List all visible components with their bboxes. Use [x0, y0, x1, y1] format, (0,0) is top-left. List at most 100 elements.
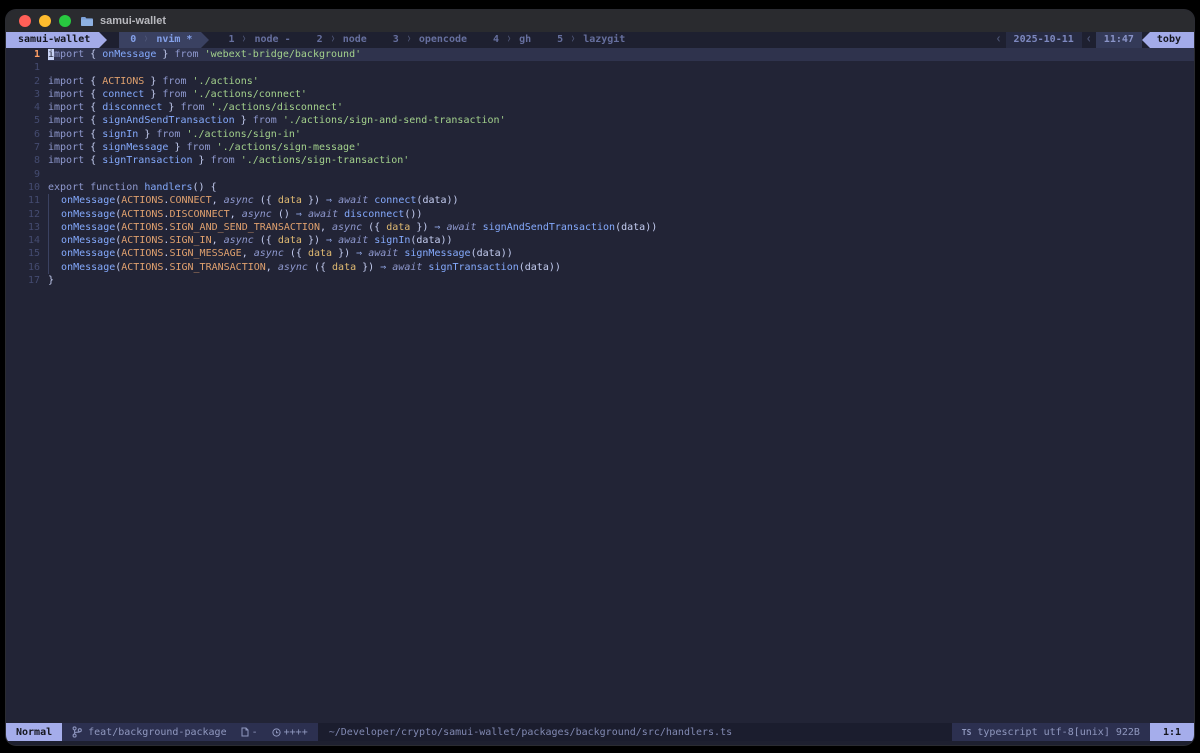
session-clock-badge: ++++	[272, 727, 308, 738]
statusline: Normal feat/background-package - ++++ ~/…	[6, 723, 1194, 741]
code-line[interactable]: 17}	[6, 274, 1194, 287]
code-line[interactable]: 2 import { ACTIONS } from './actions'	[6, 75, 1194, 88]
git-branch-icon	[72, 726, 82, 738]
code-line[interactable]: 6 import { signIn } from './actions/sign-…	[6, 128, 1194, 141]
line-number: 1	[33, 49, 40, 60]
tmux-window-gh[interactable]: 4 › gh	[486, 31, 538, 48]
file-path: ~/Developer/crypto/samui-wallet/packages…	[328, 726, 733, 738]
powerline-arrow-icon	[99, 32, 108, 48]
line-number: 17	[27, 275, 40, 287]
tmux-date: 2025-10-11	[1005, 32, 1082, 48]
tmux-window-nvim[interactable]: 0 › nvim *	[119, 31, 202, 48]
code-line[interactable]: 8 import { signTransaction } from './acti…	[6, 154, 1194, 167]
tmux-user: toby	[1149, 32, 1194, 48]
filetype-segment: TS typescript utf-8[unix] 922B	[951, 723, 1150, 741]
line-content: import { signTransaction } from './actio…	[48, 155, 410, 167]
line-content: onMessage(ACTIONS.SIGN_AND_SEND_TRANSACT…	[48, 220, 1194, 235]
line-number: 12	[27, 208, 40, 220]
window-bottom-padding	[6, 741, 1194, 745]
code-line[interactable]: 10 export function handlers() {	[6, 181, 1194, 194]
line-number: 11	[27, 195, 40, 207]
chevron-right-icon: ›	[143, 31, 150, 48]
git-segment[interactable]: feat/background-package - ++++	[62, 723, 318, 741]
window-title: samui-wallet	[100, 15, 167, 27]
line-content: import { connect } from './actions/conne…	[48, 88, 307, 100]
tmux-session-name[interactable]: samui-wallet	[6, 32, 100, 48]
terminal-window: samui-wallet samui-wallet 0 › nvim * 1 › node…	[6, 10, 1194, 745]
desktop: { "titlebar": { "title": "samui-wallet" …	[0, 0, 1200, 753]
fullscreen-button[interactable]	[59, 15, 71, 27]
code-line[interactable]: 15 onMessage(ACTIONS.SIGN_MESSAGE, async…	[6, 247, 1194, 261]
tmux-window-opencode[interactable]: 3 › opencode	[386, 31, 474, 48]
line-number: 15	[27, 248, 40, 260]
mode-indicator: Normal	[6, 723, 63, 741]
line-number: 10	[27, 181, 40, 193]
git-branch-name: feat/background-package	[88, 726, 227, 738]
code-line[interactable]: 11 onMessage(ACTIONS.CONNECT, async ({ d…	[6, 194, 1194, 208]
file-status-badge: -	[241, 727, 258, 738]
line-content: import { disconnect } from './actions/di…	[48, 102, 344, 114]
editor-buffer[interactable]: 1 import { onMessage } from 'webext-bridg…	[6, 48, 1194, 723]
tmux-window-lazygit[interactable]: 5 › lazygit	[550, 31, 632, 48]
powerline-arrow-icon	[1141, 32, 1150, 48]
tmux-window-node[interactable]: 1 › node -	[221, 31, 297, 48]
code-line[interactable]: 1 import { onMessage } from 'webext-bridg…	[6, 48, 1194, 62]
line-content	[48, 61, 1194, 74]
session-clock-value: ++++	[283, 726, 308, 738]
powerline-arrow-icon	[201, 32, 210, 48]
line-content: onMessage(ACTIONS.SIGN_TRANSACTION, asyn…	[48, 260, 1194, 275]
line-content: import { ACTIONS } from './actions'	[48, 75, 259, 87]
code-line[interactable]: 13 onMessage(ACTIONS.SIGN_AND_SEND_TRANS…	[6, 220, 1194, 235]
line-content: onMessage(ACTIONS.SIGN_IN, async ({ data…	[48, 234, 1194, 248]
tmux-status-right: ‹ 2025-10-11 ‹ 11:47 toby	[992, 32, 1194, 48]
line-number: 14	[27, 235, 40, 247]
titlebar: samui-wallet	[6, 10, 1194, 32]
line-content: onMessage(ACTIONS.SIGN_MESSAGE, async ({…	[48, 247, 1194, 261]
line-number: 1	[33, 62, 40, 74]
line-number: 3	[33, 88, 40, 100]
code-line[interactable]: 12 onMessage(ACTIONS.DISCONNECT, async (…	[6, 207, 1194, 221]
line-content: onMessage(ACTIONS.DISCONNECT, async () ⇒…	[48, 207, 1194, 221]
chevron-left-icon: ‹	[1085, 31, 1092, 47]
chevron-right-icon: ›	[329, 31, 336, 48]
code-line[interactable]: 1	[6, 61, 1194, 74]
line-number: 9	[33, 168, 40, 180]
file-size: 922B	[1115, 726, 1140, 738]
line-content: import { onMessage } from 'webext-bridge…	[48, 48, 1194, 62]
line-number: 4	[33, 102, 40, 114]
line-content: onMessage(ACTIONS.CONNECT, async ({ data…	[48, 194, 1194, 208]
cursor-position: 1:1	[1149, 723, 1194, 741]
code-line[interactable]: 5 import { signAndSendTransaction } from …	[6, 114, 1194, 127]
line-content: import { signMessage } from './actions/s…	[48, 142, 362, 154]
line-content: import { signIn } from './actions/sign-i…	[48, 128, 301, 140]
code-line[interactable]: 3 import { connect } from './actions/conn…	[6, 88, 1194, 101]
tmux-window-node[interactable]: 2 › node	[310, 31, 374, 48]
code-line[interactable]: 9	[6, 168, 1194, 181]
encoding-label: utf-8[unix]	[1043, 726, 1110, 738]
traffic-lights	[19, 15, 71, 27]
typescript-icon: TS	[961, 727, 972, 737]
line-content	[48, 168, 1194, 181]
code-line[interactable]: 7 import { signMessage } from './actions/…	[6, 141, 1194, 154]
line-number: 13	[27, 221, 40, 233]
file-status-value: -	[251, 726, 258, 738]
close-button[interactable]	[19, 15, 31, 27]
chevron-right-icon: ›	[570, 31, 576, 48]
code-line[interactable]: 4 import { disconnect } from './actions/d…	[6, 101, 1194, 114]
code-line[interactable]: 16 onMessage(ACTIONS.SIGN_TRANSACTION, a…	[6, 260, 1194, 275]
tmux-status-bar: samui-wallet 0 › nvim * 1 › node - 2 › node 3 › ope…	[6, 31, 1194, 48]
chevron-right-icon: ›	[241, 31, 248, 48]
folder-icon	[80, 16, 94, 27]
code-line[interactable]: 14 onMessage(ACTIONS.SIGN_IN, async ({ d…	[6, 234, 1194, 248]
chevron-right-icon: ›	[406, 31, 412, 48]
line-number: 7	[33, 142, 40, 154]
statusline-spacer	[743, 723, 952, 741]
minimize-button[interactable]	[39, 15, 51, 27]
line-number: 6	[33, 128, 40, 140]
chevron-right-icon: ›	[506, 31, 512, 48]
line-content: export function handlers() {	[48, 181, 217, 193]
chevron-left-icon: ‹	[995, 31, 1002, 47]
line-number: 2	[33, 75, 40, 87]
line-number: 8	[33, 155, 40, 167]
line-content: }	[48, 275, 55, 287]
